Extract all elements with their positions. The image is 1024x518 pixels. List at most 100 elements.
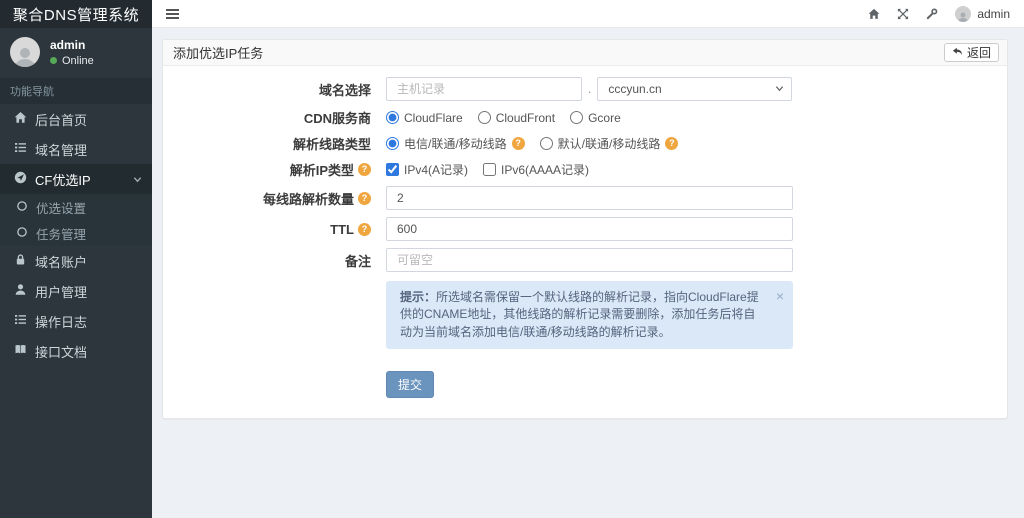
- sidebar-item-dashboard[interactable]: 后台首页: [0, 104, 152, 134]
- checkbox-input[interactable]: [483, 163, 497, 176]
- remark-input[interactable]: [386, 248, 793, 272]
- radio-input[interactable]: [477, 111, 491, 124]
- list-icon: [14, 141, 27, 157]
- book-icon: [14, 343, 27, 359]
- user-avatar: [10, 37, 40, 67]
- alert-text: 所选域名需保留一个默认线路的解析记录，指向CloudFlare提供的CNAME地…: [400, 290, 759, 339]
- sidebar-submenu: 优选设置 任务管理: [0, 194, 152, 246]
- info-alert: 提示：所选域名需保留一个默认线路的解析记录，指向CloudFlare提供的CNA…: [386, 281, 793, 350]
- wrench-icon[interactable]: [926, 7, 938, 20]
- chevron-down-icon: [775, 82, 784, 96]
- sidebar-item-label: 用户管理: [35, 284, 88, 300]
- reply-arrow-icon: [952, 46, 963, 60]
- radio-line-isp[interactable]: 电信/联通/移动线路 ?: [386, 135, 525, 152]
- back-button[interactable]: 返回: [943, 43, 999, 62]
- field-label: 备注: [344, 253, 371, 269]
- user-icon: [14, 283, 27, 299]
- help-icon[interactable]: ?: [358, 222, 371, 236]
- topbar-user-menu[interactable]: admin: [955, 5, 1010, 22]
- add-task-card: 添加优选IP任务 返回 域名选择 .: [162, 39, 1008, 420]
- field-label: 解析线路类型: [292, 137, 371, 152]
- field-label: 解析IP类型 ?: [163, 160, 371, 179]
- sidebar-section-header: 功能导航: [0, 78, 152, 104]
- domain-separator: .: [588, 82, 592, 96]
- radio-input[interactable]: [386, 137, 399, 150]
- form-row-cdn: CDN服务商 CloudFlare CloudFront Gcore: [163, 108, 997, 127]
- sidebar-item-domains[interactable]: 域名管理: [0, 134, 152, 164]
- submit-row: 提交: [386, 371, 997, 399]
- card-header: 添加优选IP任务 返回: [163, 40, 1007, 66]
- main-content: 添加优选IP任务 返回 域名选择 .: [152, 29, 1024, 518]
- app-title[interactable]: 聚合DNS管理系统: [0, 0, 152, 28]
- submit-button[interactable]: 提交: [386, 371, 435, 399]
- sidebar-item-label: 接口文档: [35, 344, 88, 360]
- topbar-username: admin: [977, 6, 1010, 21]
- circle-icon: [16, 226, 28, 241]
- sidebar-item-domain-accounts[interactable]: 域名账户: [0, 246, 152, 276]
- sidebar-item-cf-ip[interactable]: CF优选IP: [0, 164, 152, 194]
- help-icon[interactable]: ?: [665, 137, 679, 150]
- form-row-ip-type: 解析IP类型 ? IPv4(A记录) IPv6(AAAA记录): [163, 160, 997, 179]
- form-row-line-type: 解析线路类型 电信/联通/移动线路 ? 默认/联通/移动线路 ?: [163, 134, 997, 153]
- sidebar-item-label: 域名账户: [35, 254, 88, 270]
- sidebar-item-api-docs[interactable]: 接口文档: [0, 336, 152, 366]
- sidebar: 聚合DNS管理系统 admin Online 功能导航 后台首页 域名管理 CF…: [0, 0, 152, 518]
- sidebar-item-label: 优选设置: [36, 201, 87, 216]
- user-name: admin: [50, 37, 86, 52]
- radio-line-default[interactable]: 默认/联通/移动线路 ?: [539, 135, 679, 152]
- checkbox-input[interactable]: [386, 163, 399, 176]
- radio-cloudflare[interactable]: CloudFlare: [386, 111, 463, 125]
- field-label: 域名选择: [318, 82, 371, 98]
- help-icon[interactable]: ?: [511, 137, 525, 150]
- alert-prefix: 提示：: [400, 290, 437, 304]
- sidebar-toggle-icon[interactable]: [162, 5, 183, 23]
- page-title: 添加优选IP任务: [173, 46, 264, 61]
- radio-label: 电信/联通/移动线路: [404, 137, 507, 151]
- radio-label: CloudFront: [495, 110, 556, 125]
- radio-input[interactable]: [539, 137, 553, 150]
- domain-select[interactable]: cccyun.cn: [597, 77, 793, 101]
- avatar: [955, 5, 972, 22]
- user-status: Online: [50, 55, 94, 67]
- sidebar-item-label: 域名管理: [35, 142, 88, 158]
- field-label: TTL ?: [163, 222, 371, 237]
- screen: 聚合DNS管理系统 admin Online 功能导航 后台首页 域名管理 CF…: [0, 0, 1024, 518]
- radio-input[interactable]: [570, 111, 584, 124]
- checkbox-ipv6[interactable]: IPv6(AAAA记录): [483, 161, 589, 178]
- help-icon[interactable]: ?: [358, 163, 371, 176]
- field-label: 每线路解析数量 ?: [163, 189, 371, 208]
- form-row-ttl: TTL ?: [163, 217, 997, 241]
- help-icon[interactable]: ?: [358, 191, 371, 205]
- form-row-domain: 域名选择 . cccyun.cn: [163, 77, 997, 101]
- user-status-label: Online: [62, 54, 94, 67]
- per-line-count-input[interactable]: [386, 186, 793, 210]
- radio-label: CloudFlare: [404, 110, 463, 125]
- ttl-input[interactable]: [386, 217, 793, 241]
- task-form: 域名选择 . cccyun.cn: [163, 66, 1007, 418]
- sidebar-item-cf-settings[interactable]: 优选设置: [0, 194, 152, 220]
- form-row-per-line-count: 每线路解析数量 ?: [163, 186, 997, 210]
- topbar: admin: [152, 0, 1024, 28]
- close-icon[interactable]: ×: [776, 286, 784, 306]
- host-record-input[interactable]: [386, 77, 582, 101]
- sidebar-nav: 后台首页 域名管理 CF优选IP 优选设置 任务管理 域名账户 用户管理 操作日…: [0, 104, 152, 366]
- radio-label: Gcore: [588, 110, 621, 125]
- home-icon: [14, 111, 27, 127]
- sidebar-item-cf-tasks[interactable]: 任务管理: [0, 220, 152, 246]
- form-row-remark: 备注: [163, 248, 997, 272]
- paper-plane-icon: [14, 171, 27, 187]
- sidebar-item-label: 后台首页: [35, 112, 88, 128]
- circle-icon: [16, 200, 28, 215]
- field-label: CDN服务商: [303, 111, 371, 126]
- domain-select-value: cccyun.cn: [608, 82, 662, 96]
- checkbox-ipv4[interactable]: IPv4(A记录): [386, 161, 468, 178]
- home-icon[interactable]: [868, 8, 880, 20]
- radio-cloudfront[interactable]: CloudFront: [477, 110, 556, 125]
- sidebar-item-users[interactable]: 用户管理: [0, 276, 152, 306]
- sidebar-item-logs[interactable]: 操作日志: [0, 306, 152, 336]
- radio-gcore[interactable]: Gcore: [570, 111, 621, 125]
- fullscreen-icon[interactable]: [897, 8, 909, 20]
- chevron-down-icon: [133, 172, 142, 187]
- sidebar-item-label: CF优选IP: [35, 172, 91, 188]
- radio-input[interactable]: [386, 111, 399, 124]
